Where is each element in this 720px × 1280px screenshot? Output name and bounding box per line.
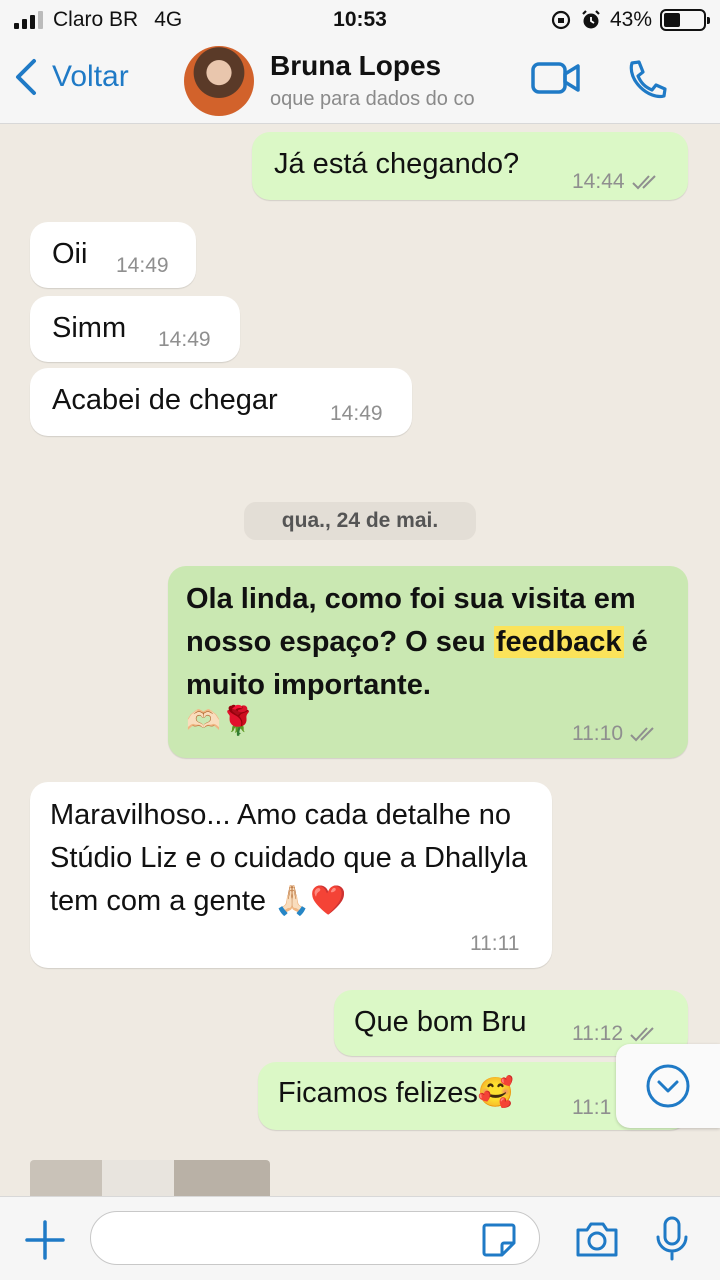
- plus-icon[interactable]: [24, 1219, 66, 1261]
- contact-name[interactable]: Bruna Lopes: [270, 50, 441, 82]
- chevron-left-icon: [16, 59, 36, 95]
- message-time: 11:1: [572, 1096, 612, 1119]
- status-right: 43%: [550, 8, 710, 32]
- message-text: Simm: [52, 312, 127, 344]
- back-label: Voltar: [52, 60, 129, 93]
- contact-subtitle[interactable]: oque para dados do co: [270, 88, 514, 111]
- message-time: 14:44: [572, 170, 625, 193]
- double-check-icon: [630, 1027, 654, 1042]
- image-message-preview[interactable]: [30, 1160, 270, 1196]
- message-text: Ola linda, como foi sua visita em nosso …: [186, 578, 676, 707]
- message-text: Oii: [52, 238, 88, 270]
- alarm-icon: [582, 10, 600, 29]
- phone-icon[interactable]: [624, 58, 668, 102]
- battery-fill: [664, 13, 681, 27]
- message-bubble-out[interactable]: Ola linda, como foi sua visita em nosso …: [168, 566, 688, 758]
- battery-icon: [660, 9, 710, 31]
- message-time: 14:49: [158, 328, 211, 351]
- message-meta: 11:12: [572, 1022, 659, 1046]
- message-bubble-in[interactable]: Acabei de chegar 14:49: [30, 368, 412, 436]
- camera-icon[interactable]: [574, 1219, 620, 1259]
- message-bubble-in[interactable]: Maravilhoso... Amo cada detalhe no Stúdi…: [30, 782, 552, 968]
- message-text: Ficamos felizes🥰: [278, 1077, 514, 1109]
- message-time: 11:11: [470, 932, 520, 955]
- message-time: 11:10: [572, 722, 623, 745]
- microphone-icon[interactable]: [654, 1215, 690, 1261]
- message-bubble-in[interactable]: Simm 14:49: [30, 296, 240, 362]
- chat-area[interactable]: Já está chegando? 14:44 Oii 14:49 Simm 1…: [0, 124, 720, 1196]
- message-emoji: 🫶🏻🌹: [186, 705, 256, 736]
- message-text: Já está chegando?: [274, 148, 520, 180]
- message-time: 14:49: [330, 402, 383, 425]
- message-input[interactable]: [90, 1211, 540, 1265]
- date-separator: qua., 24 de mai.: [244, 502, 476, 540]
- message-meta: 14:44: [572, 170, 661, 194]
- status-bar: Claro BR 4G 10:53 43%: [0, 0, 720, 40]
- message-bubble-out[interactable]: Já está chegando? 14:44: [252, 132, 688, 200]
- contact-avatar[interactable]: [184, 46, 254, 116]
- video-call-icon[interactable]: [530, 58, 582, 98]
- chevron-down-circle-icon: [646, 1064, 690, 1108]
- message-text: Maravilhoso... Amo cada detalhe no Stúdi…: [50, 799, 528, 917]
- message-meta: 11:10: [572, 722, 659, 746]
- back-button[interactable]: Voltar: [14, 58, 129, 96]
- message-text: Acabei de chegar: [52, 384, 278, 416]
- chat-header: Voltar Bruna Lopes oque para dados do co: [0, 40, 720, 124]
- battery-percent: 43%: [609, 8, 652, 31]
- sticker-icon[interactable]: [480, 1221, 518, 1259]
- input-bar: [0, 1196, 720, 1280]
- message-time: 11:12: [572, 1022, 623, 1045]
- rotation-lock-icon: [551, 10, 571, 30]
- highlighted-word: feedback: [493, 626, 624, 658]
- double-check-icon: [631, 175, 656, 190]
- double-check-icon: [630, 727, 654, 742]
- scroll-to-bottom-button[interactable]: [616, 1044, 720, 1128]
- message-bubble-in[interactable]: Oii 14:49: [30, 222, 196, 288]
- message-text: Que bom Bru: [354, 1006, 527, 1038]
- message-time: 14:49: [116, 254, 169, 277]
